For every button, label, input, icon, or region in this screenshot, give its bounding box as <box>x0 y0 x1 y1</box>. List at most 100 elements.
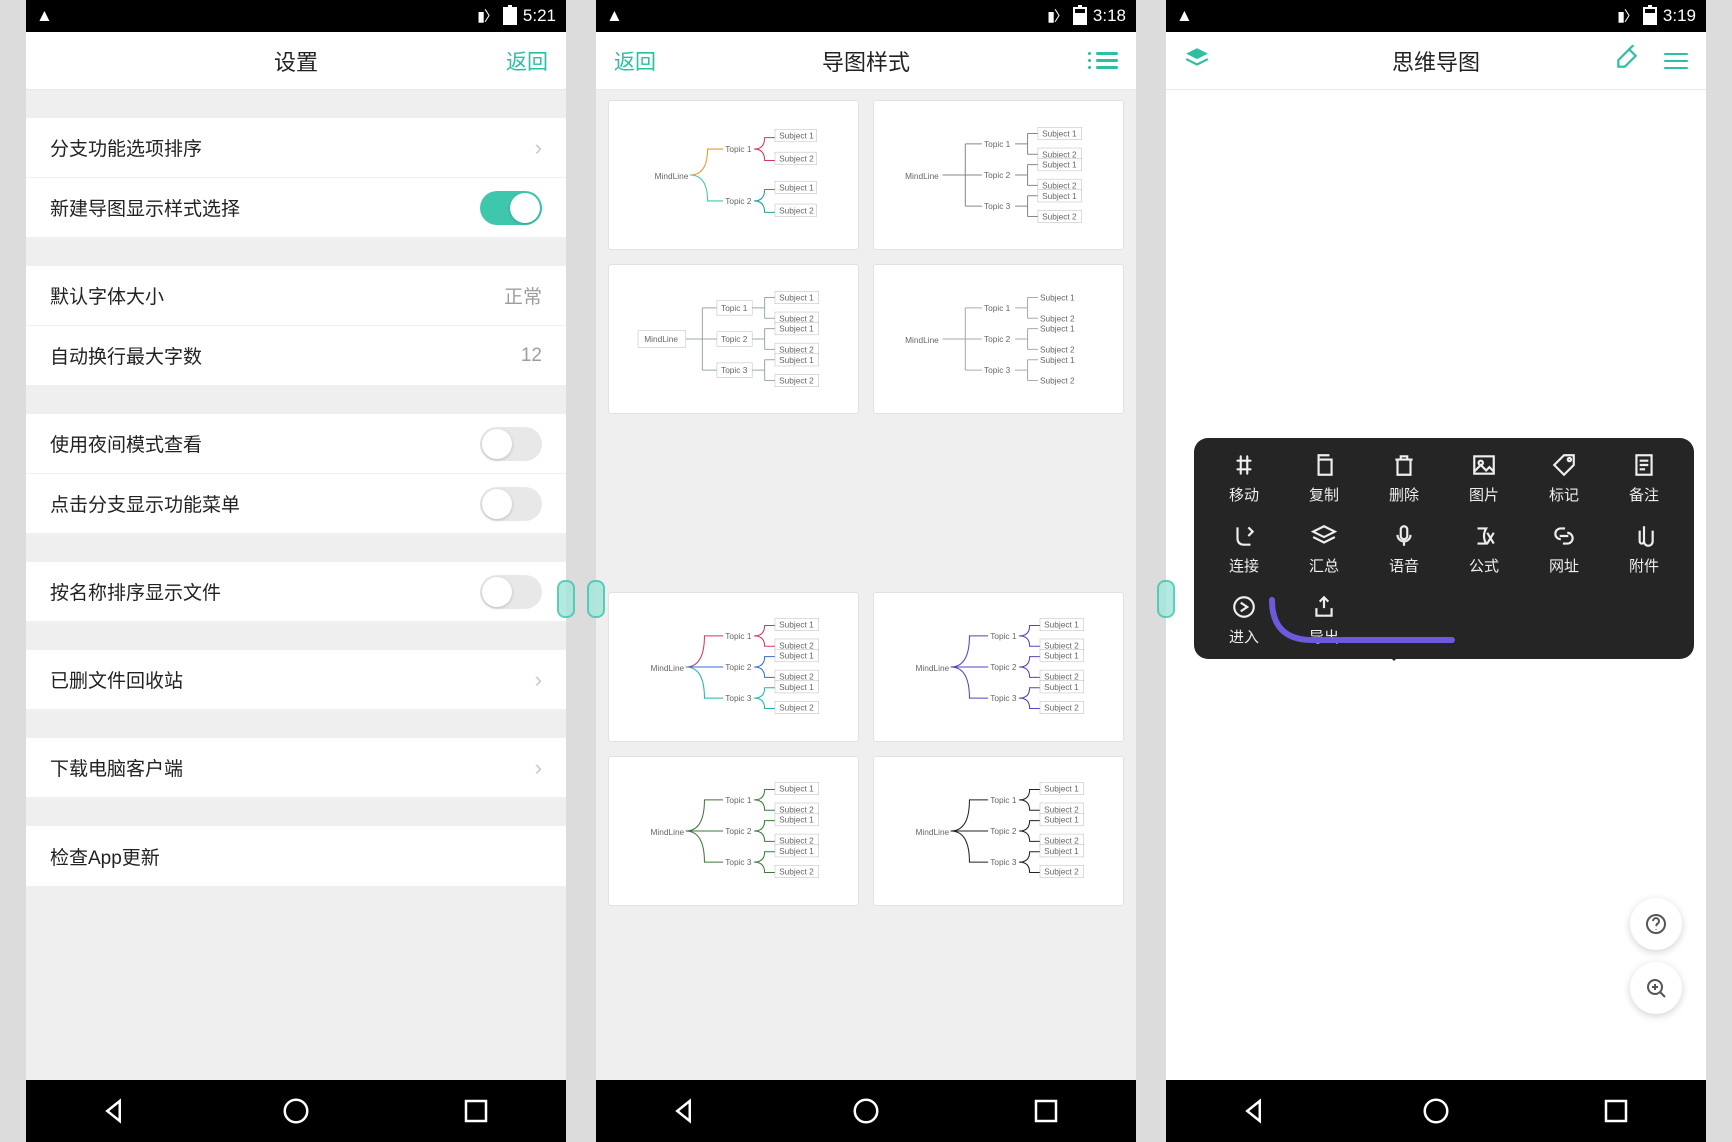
style-card[interactable]: MindLine Topic 1Topic 2Topic 3 Subject 1… <box>608 756 859 906</box>
alert-icon: ▲ <box>1176 6 1193 26</box>
battery-icon <box>1643 7 1657 25</box>
popup-attach[interactable]: 附件 <box>1604 523 1684 576</box>
svg-text:Topic 1: Topic 1 <box>984 303 1011 313</box>
row-label: 默认字体大小 <box>50 282 504 309</box>
svg-text:Subject 2: Subject 2 <box>1044 671 1079 681</box>
row-label: 分支功能选项排序 <box>50 134 535 161</box>
popup-formula[interactable]: 公式 <box>1444 523 1524 576</box>
layers-icon[interactable] <box>1184 45 1210 76</box>
android-navbar <box>596 1080 1136 1142</box>
row-recycle-bin[interactable]: 已删文件回收站 › <box>26 650 566 710</box>
toggle-branch-menu[interactable] <box>480 487 542 521</box>
svg-text:Topic 2: Topic 2 <box>725 662 752 672</box>
menu-icon[interactable] <box>1664 48 1688 74</box>
svg-text:MindLine: MindLine <box>655 171 689 181</box>
style-card[interactable]: MindLine Topic 1Topic 2Topic 3 Subject 1… <box>873 592 1124 742</box>
row-auto-wrap[interactable]: 自动换行最大字数 12 <box>26 326 566 386</box>
fab-help[interactable] <box>1630 898 1682 950</box>
row-check-update[interactable]: 检查App更新 <box>26 826 566 886</box>
floating-edge-badge[interactable] <box>557 580 575 618</box>
screen-mindmap: ▲ ▮〉 3:19 思维导图 葫芦 风车 移动 复制 删除 图片 标记 备注 <box>1166 0 1706 1142</box>
svg-text:Topic 2: Topic 2 <box>725 826 752 836</box>
nav-recent-icon[interactable] <box>1031 1096 1061 1126</box>
battery-icon <box>1073 7 1087 25</box>
page-title: 思维导图 <box>1392 45 1480 77</box>
nav-back-icon[interactable] <box>101 1096 131 1126</box>
row-value: 12 <box>521 345 542 367</box>
svg-text:MindLine: MindLine <box>905 335 939 345</box>
style-card[interactable]: MindLine Topic 1Topic 2Topic 3 Subject 1… <box>873 756 1124 906</box>
nav-recent-icon[interactable] <box>461 1096 491 1126</box>
chevron-right-icon: › <box>535 135 542 161</box>
popup-move[interactable]: 移动 <box>1204 452 1284 505</box>
popup-voice[interactable]: 语音 <box>1364 523 1444 576</box>
style-card[interactable]: MindLine Topic 1 Topic 2 Subject 1 Subje… <box>608 100 859 250</box>
svg-text:Topic 1: Topic 1 <box>725 631 752 641</box>
vibrate-icon: ▮〉 <box>477 6 497 26</box>
status-bar: ▲ ▮〉 3:19 <box>1166 0 1706 32</box>
popup-connect[interactable]: 连接 <box>1204 523 1284 576</box>
selected-branch[interactable] <box>1272 600 1452 640</box>
mindmap-canvas[interactable]: 葫芦 风车 移动 复制 删除 图片 标记 备注 连接 汇总 语音 公式 网址 附… <box>1166 90 1706 1080</box>
style-card[interactable]: MindLine Topic 1Topic 2Topic 3 Subject 1… <box>873 100 1124 250</box>
nav-back-icon[interactable] <box>1241 1096 1271 1126</box>
popup-summary[interactable]: 汇总 <box>1284 523 1364 576</box>
row-label: 按名称排序显示文件 <box>50 578 480 605</box>
styles-grid: MindLine Topic 1 Topic 2 Subject 1 Subje… <box>596 90 1136 1080</box>
alert-icon: ▲ <box>36 6 53 26</box>
svg-text:Topic 2: Topic 2 <box>990 826 1017 836</box>
android-navbar <box>1166 1080 1706 1142</box>
style-card[interactable]: MindLine Topic 1Topic 2Topic 3 Subject 1… <box>873 264 1124 414</box>
android-navbar <box>26 1080 566 1142</box>
row-default-font[interactable]: 默认字体大小 正常 <box>26 266 566 326</box>
popup-note[interactable]: 备注 <box>1604 452 1684 505</box>
nav-back-icon[interactable] <box>671 1096 701 1126</box>
row-show-style-on-new[interactable]: 新建导图显示样式选择 <box>26 178 566 238</box>
status-time: 3:18 <box>1093 6 1126 26</box>
row-label: 点击分支显示功能菜单 <box>50 490 480 517</box>
toggle-sort-by-name[interactable] <box>480 575 542 609</box>
toggle-night-mode[interactable] <box>480 427 542 461</box>
list-icon[interactable] <box>1096 48 1118 73</box>
row-label: 已删文件回收站 <box>50 666 535 693</box>
screen-styles: ▲ ▮〉 3:18 返回 导图样式 MindLine Topic 1 Topic… <box>596 0 1136 1142</box>
floating-edge-badge[interactable] <box>587 580 605 618</box>
nav-recent-icon[interactable] <box>1601 1096 1631 1126</box>
row-branch-sort[interactable]: 分支功能选项排序 › <box>26 118 566 178</box>
svg-text:Subject 2: Subject 2 <box>1040 313 1075 323</box>
svg-text:Subject 1: Subject 1 <box>1044 846 1079 856</box>
row-download-client[interactable]: 下载电脑客户端 › <box>26 738 566 798</box>
popup-tag[interactable]: 标记 <box>1524 452 1604 505</box>
style-card[interactable]: MindLine Topic 1Topic 2Topic 3 Subject 1… <box>608 592 859 742</box>
toggle-show-style[interactable] <box>480 191 542 225</box>
popup-delete[interactable]: 删除 <box>1364 452 1444 505</box>
floating-edge-badge[interactable] <box>1157 580 1175 618</box>
popup-image[interactable]: 图片 <box>1444 452 1524 505</box>
nav-home-icon[interactable] <box>281 1096 311 1126</box>
svg-text:Subject 2: Subject 2 <box>779 313 814 323</box>
row-label: 使用夜间模式查看 <box>50 430 480 457</box>
back-button[interactable]: 返回 <box>506 46 548 76</box>
fab-zoom[interactable] <box>1630 962 1682 1014</box>
popup-url[interactable]: 网址 <box>1524 523 1604 576</box>
svg-text:Subject 1: Subject 1 <box>779 815 814 825</box>
back-button[interactable]: 返回 <box>614 46 656 76</box>
svg-text:Subject 2: Subject 2 <box>779 703 814 713</box>
nav-home-icon[interactable] <box>851 1096 881 1126</box>
appbar: 思维导图 <box>1166 32 1706 90</box>
svg-text:Topic 3: Topic 3 <box>984 201 1011 211</box>
row-sort-by-name[interactable]: 按名称排序显示文件 <box>26 562 566 622</box>
style-card[interactable]: MindLine Topic 1 Topic 2 Topic 3 Subject… <box>608 264 859 414</box>
svg-text:Subject 1: Subject 1 <box>1040 355 1075 365</box>
svg-text:Subject 2: Subject 2 <box>1040 376 1075 386</box>
row-branch-menu[interactable]: 点击分支显示功能菜单 <box>26 474 566 534</box>
svg-text:Subject 2: Subject 2 <box>1044 640 1079 650</box>
chevron-right-icon: › <box>535 667 542 693</box>
svg-text:Subject 1: Subject 1 <box>1044 682 1079 692</box>
nav-home-icon[interactable] <box>1421 1096 1451 1126</box>
popup-copy[interactable]: 复制 <box>1284 452 1364 505</box>
svg-text:Subject 2: Subject 2 <box>779 205 814 215</box>
brush-icon[interactable] <box>1614 45 1640 76</box>
row-night-mode[interactable]: 使用夜间模式查看 <box>26 414 566 474</box>
svg-text:Subject 1: Subject 1 <box>779 131 814 141</box>
